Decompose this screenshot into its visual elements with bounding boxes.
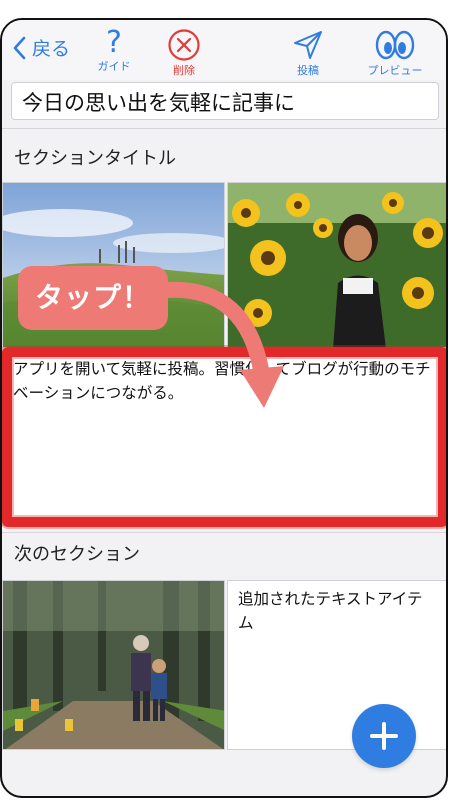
- back-button[interactable]: 戻る: [12, 34, 70, 61]
- top-toolbar: 戻る ? ガイド 削除 投稿 プレビュー: [2, 20, 446, 81]
- guide-button[interactable]: ? ガイド: [94, 20, 134, 80]
- close-circle-icon: [168, 29, 200, 61]
- plus-icon: [370, 722, 398, 750]
- guide-label: ガイド: [97, 60, 131, 73]
- section-title[interactable]: 次のセクション: [14, 540, 140, 566]
- delete-label: 削除: [173, 64, 195, 77]
- send-icon: [294, 31, 322, 59]
- delete-button[interactable]: 削除: [162, 20, 206, 80]
- post-label: 投稿: [297, 64, 319, 77]
- add-item-button[interactable]: [352, 704, 416, 768]
- preview-button[interactable]: プレビュー: [360, 20, 430, 80]
- chevron-left-icon: [13, 36, 26, 59]
- post-button[interactable]: 投稿: [286, 20, 330, 80]
- divider: [2, 128, 446, 129]
- question-icon: ?: [106, 25, 122, 60]
- tap-hint-badge: タップ！: [18, 266, 168, 330]
- forest-image: [3, 581, 224, 749]
- tap-arrow-icon: [158, 281, 284, 408]
- back-label: 戻る: [32, 38, 71, 60]
- section-title[interactable]: セクションタイトル: [14, 144, 176, 170]
- title-area: 今日の思い出を気軽に記事に: [2, 80, 446, 130]
- eyes-icon: [375, 30, 415, 60]
- divider: [2, 532, 446, 533]
- post-title-input[interactable]: 今日の思い出を気軽に記事に: [11, 82, 439, 120]
- forest-photo[interactable]: [2, 580, 225, 750]
- preview-label: プレビュー: [367, 64, 423, 77]
- app-screen: 戻る ? ガイド 削除 投稿 プレビュー 今日の思い出を気軽に記事に セクション…: [0, 18, 448, 798]
- added-text-item[interactable]: 追加されたテキストアイテム: [227, 580, 446, 750]
